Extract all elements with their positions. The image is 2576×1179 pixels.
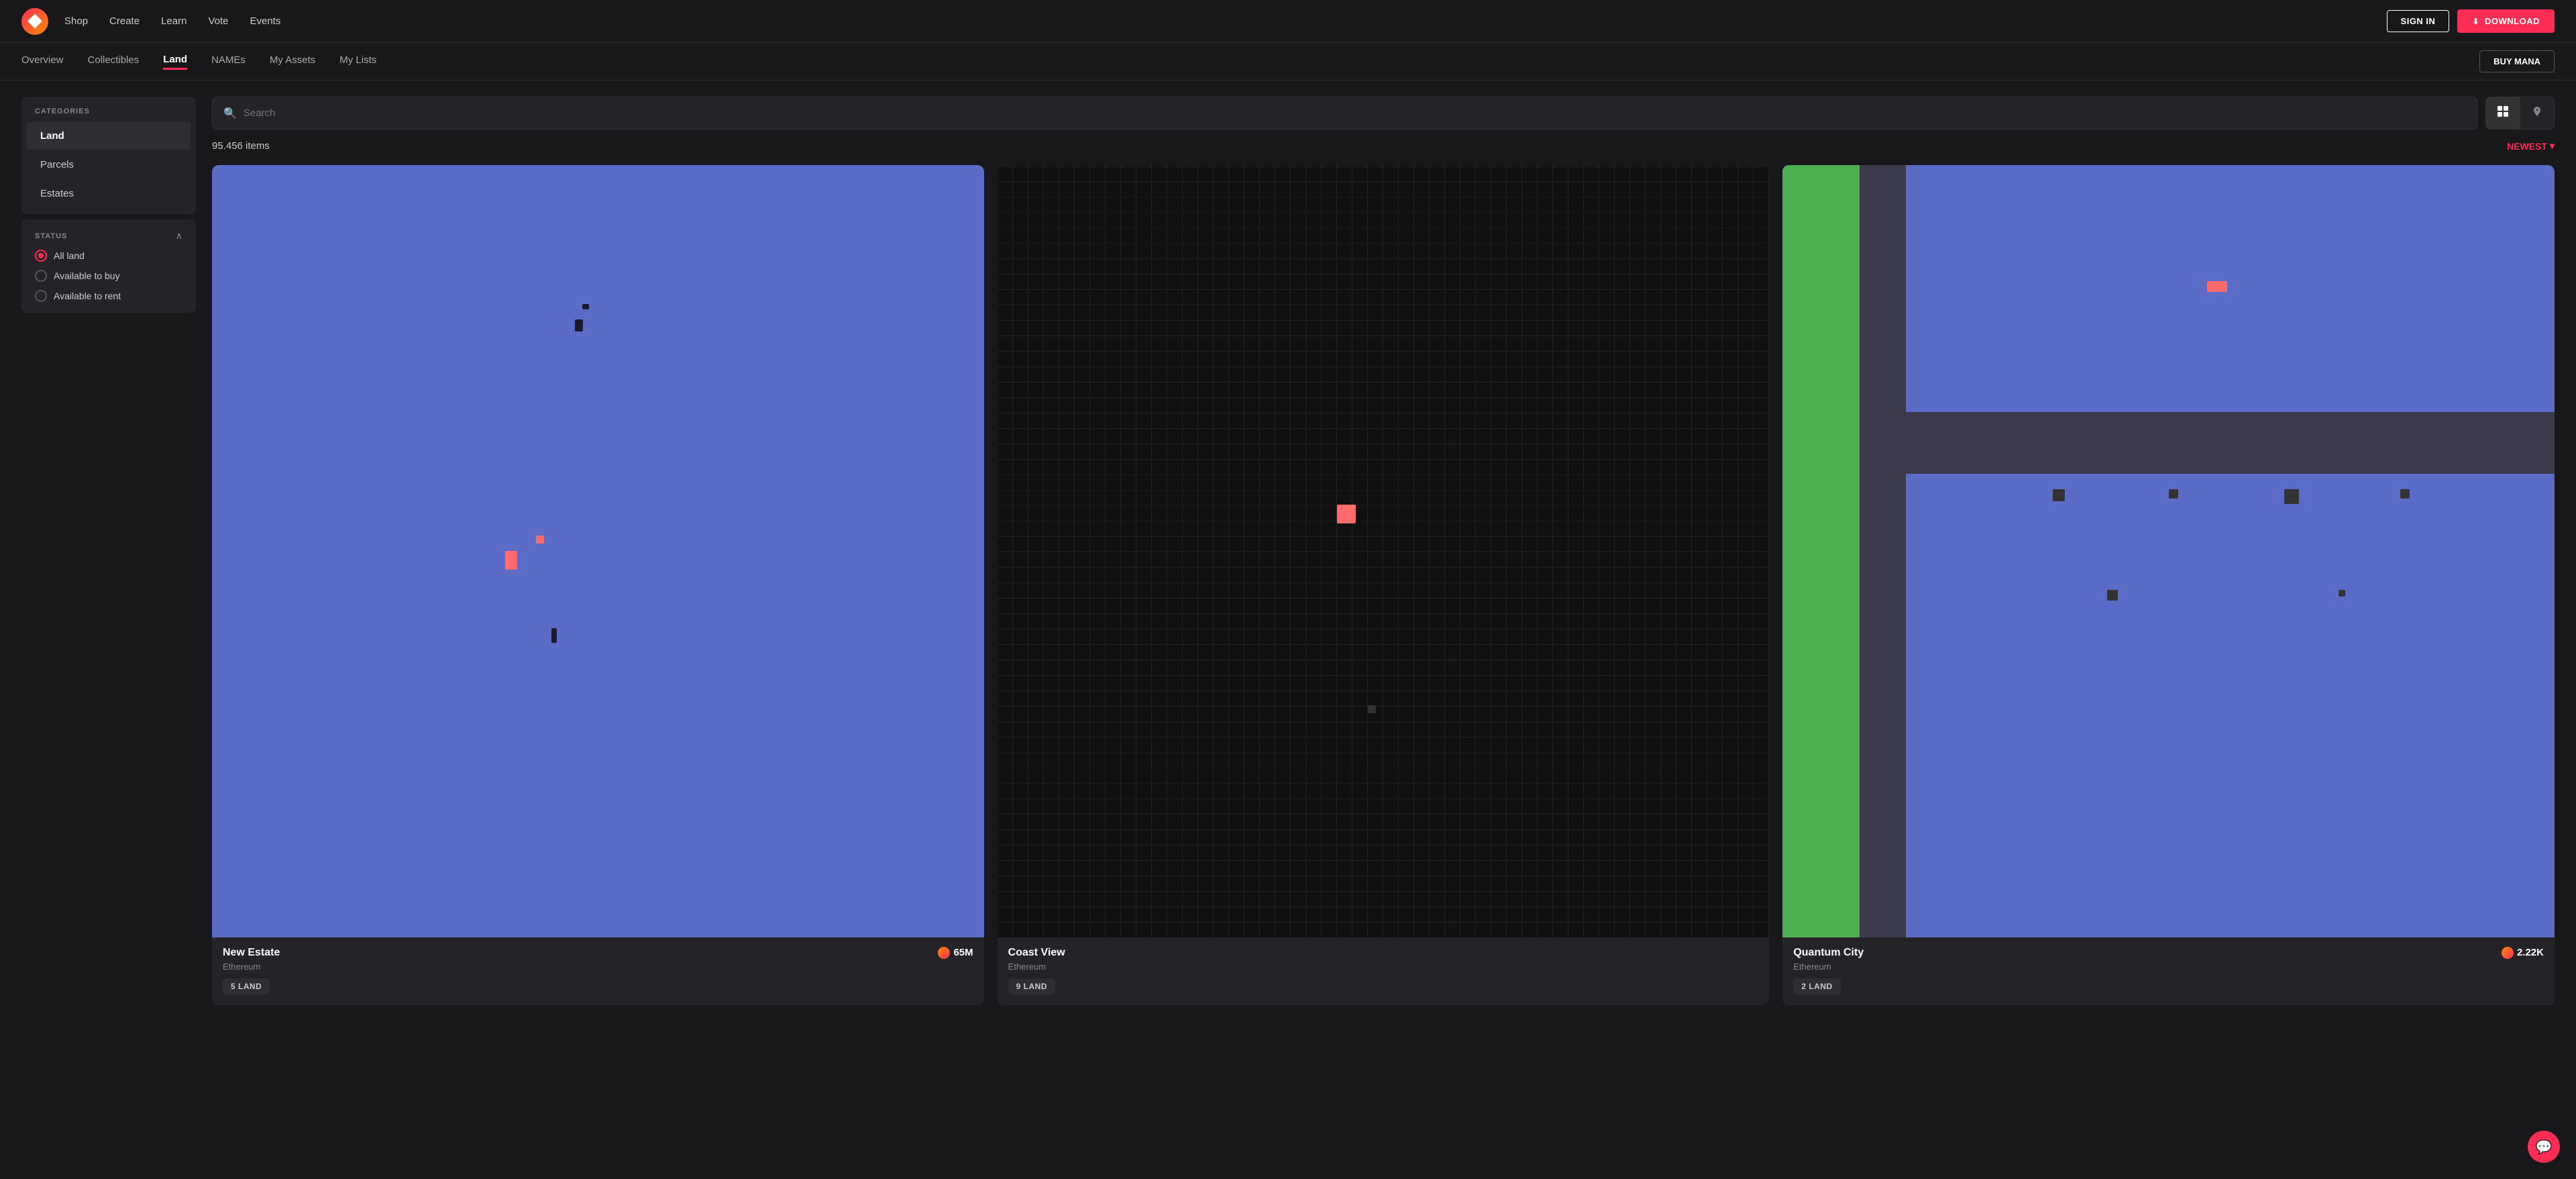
signin-button[interactable]: SIGN IN xyxy=(2387,10,2450,32)
search-row: 🔍 xyxy=(212,97,2555,130)
tab-land[interactable]: Land xyxy=(163,54,187,70)
tab-overview[interactable]: Overview xyxy=(21,54,64,68)
radio-all-label: All land xyxy=(54,250,85,261)
radio-available-rent[interactable]: Available to rent xyxy=(35,290,182,302)
cards-grid: New Estate 65M Ethereum 5 LAND xyxy=(212,165,2555,1005)
nav-links: Shop Create Learn Vote Events xyxy=(64,15,2387,27)
card-title-2: Coast View xyxy=(1008,947,1065,959)
status-section: STATUS ∧ All land Available to buy Avail… xyxy=(21,219,196,313)
card-title-row-2: Coast View xyxy=(1008,947,1759,959)
download-button[interactable]: DOWNLOAD xyxy=(2457,9,2555,33)
radio-all-circle xyxy=(35,250,47,262)
nav-create[interactable]: Create xyxy=(109,15,140,27)
map-canvas-1 xyxy=(212,165,984,937)
card-price-3: 2.22K xyxy=(2502,947,2544,959)
card-quantum-city[interactable]: Quantum City 2.22K Ethereum 2 LAND xyxy=(1782,165,2555,1005)
card-blockchain-2: Ethereum xyxy=(1008,962,1759,972)
mana-icon xyxy=(938,947,950,959)
search-bar[interactable]: 🔍 xyxy=(212,97,2477,130)
radio-rent-circle xyxy=(35,290,47,302)
secondary-navigation: Overview Collectibles Land NAMEs My Asse… xyxy=(0,43,2576,81)
sort-button[interactable]: NEWEST ▾ xyxy=(2507,140,2555,152)
map-canvas-3 xyxy=(1782,165,2555,937)
mana-icon-3 xyxy=(2502,947,2514,959)
price-value: 65M xyxy=(953,947,973,958)
radio-rent-label: Available to rent xyxy=(54,291,121,301)
grid-view-button[interactable] xyxy=(2486,97,2520,129)
card-info-new-estate: New Estate 65M Ethereum 5 LAND xyxy=(212,937,984,1005)
app-logo[interactable] xyxy=(21,8,48,35)
categories-section: CATEGORIES Land Parcels Estates xyxy=(21,97,196,214)
card-blockchain: Ethereum xyxy=(223,962,973,972)
chat-icon: 💬 xyxy=(2536,1139,2553,1156)
card-thumb-coast-view xyxy=(998,165,1770,937)
sidebar-item-parcels[interactable]: Parcels xyxy=(27,151,191,178)
tab-names[interactable]: NAMEs xyxy=(211,54,246,68)
chevron-up-icon[interactable]: ∧ xyxy=(176,230,182,242)
nav-vote[interactable]: Vote xyxy=(208,15,228,27)
nav-shop[interactable]: Shop xyxy=(64,15,88,27)
card-badge-2: 9 LAND xyxy=(1008,978,1055,994)
radio-buy-circle xyxy=(35,270,47,282)
card-title-row: New Estate 65M xyxy=(223,947,973,959)
card-info-quantum-city: Quantum City 2.22K Ethereum 2 LAND xyxy=(1782,937,2555,1005)
sort-label: NEWEST xyxy=(2507,141,2547,152)
card-new-estate[interactable]: New Estate 65M Ethereum 5 LAND xyxy=(212,165,984,1005)
tab-my-lists[interactable]: My Lists xyxy=(339,54,376,68)
main-layout: CATEGORIES Land Parcels Estates STATUS ∧… xyxy=(0,81,2576,1179)
chat-bubble-button[interactable]: 💬 xyxy=(2528,1131,2560,1163)
card-title-3: Quantum City xyxy=(1793,947,1864,959)
results-meta: 95.456 items NEWEST ▾ xyxy=(212,140,2555,152)
status-radio-group: All land Available to buy Available to r… xyxy=(35,250,182,302)
map-view-button[interactable] xyxy=(2520,97,2554,129)
sort-arrow-icon: ▾ xyxy=(2550,140,2555,152)
radio-all-land[interactable]: All land xyxy=(35,250,182,262)
secnav-right: BUY MANA xyxy=(2479,50,2555,72)
card-blockchain-3: Ethereum xyxy=(1793,962,2544,972)
card-badge-3: 2 LAND xyxy=(1793,978,1840,994)
nav-learn[interactable]: Learn xyxy=(161,15,186,27)
nav-events[interactable]: Events xyxy=(250,15,280,27)
search-icon: 🔍 xyxy=(223,107,237,120)
buy-mana-button[interactable]: BUY MANA xyxy=(2479,50,2555,72)
card-title-row-3: Quantum City 2.22K xyxy=(1793,947,2544,959)
tab-collectibles[interactable]: Collectibles xyxy=(88,54,140,68)
card-coast-view[interactable]: Coast View Ethereum 9 LAND xyxy=(998,165,1770,1005)
nav-actions: SIGN IN DOWNLOAD xyxy=(2387,9,2555,33)
sidebar-item-estates[interactable]: Estates xyxy=(27,180,191,207)
map-canvas-2 xyxy=(998,165,1770,937)
categories-label: CATEGORIES xyxy=(21,97,196,121)
main-content: 🔍 xyxy=(212,97,2555,1163)
view-toggle xyxy=(2485,97,2555,130)
radio-buy-label: Available to buy xyxy=(54,270,120,281)
top-navigation: Shop Create Learn Vote Events SIGN IN DO… xyxy=(0,0,2576,43)
card-thumb-quantum-city xyxy=(1782,165,2555,937)
price-value-3: 2.22K xyxy=(2517,947,2544,958)
sidebar: CATEGORIES Land Parcels Estates STATUS ∧… xyxy=(21,97,196,1163)
status-header: STATUS ∧ xyxy=(35,230,182,242)
results-count: 95.456 items xyxy=(212,140,270,152)
card-price: 65M xyxy=(938,947,973,959)
card-title: New Estate xyxy=(223,947,280,959)
radio-available-buy[interactable]: Available to buy xyxy=(35,270,182,282)
sidebar-item-land[interactable]: Land xyxy=(27,122,191,150)
card-thumb-new-estate xyxy=(212,165,984,937)
search-input[interactable] xyxy=(244,98,2466,128)
card-info-coast-view: Coast View Ethereum 9 LAND xyxy=(998,937,1770,1005)
card-badge: 5 LAND xyxy=(223,978,270,994)
status-label: STATUS xyxy=(35,232,67,240)
tab-my-assets[interactable]: My Assets xyxy=(270,54,315,68)
